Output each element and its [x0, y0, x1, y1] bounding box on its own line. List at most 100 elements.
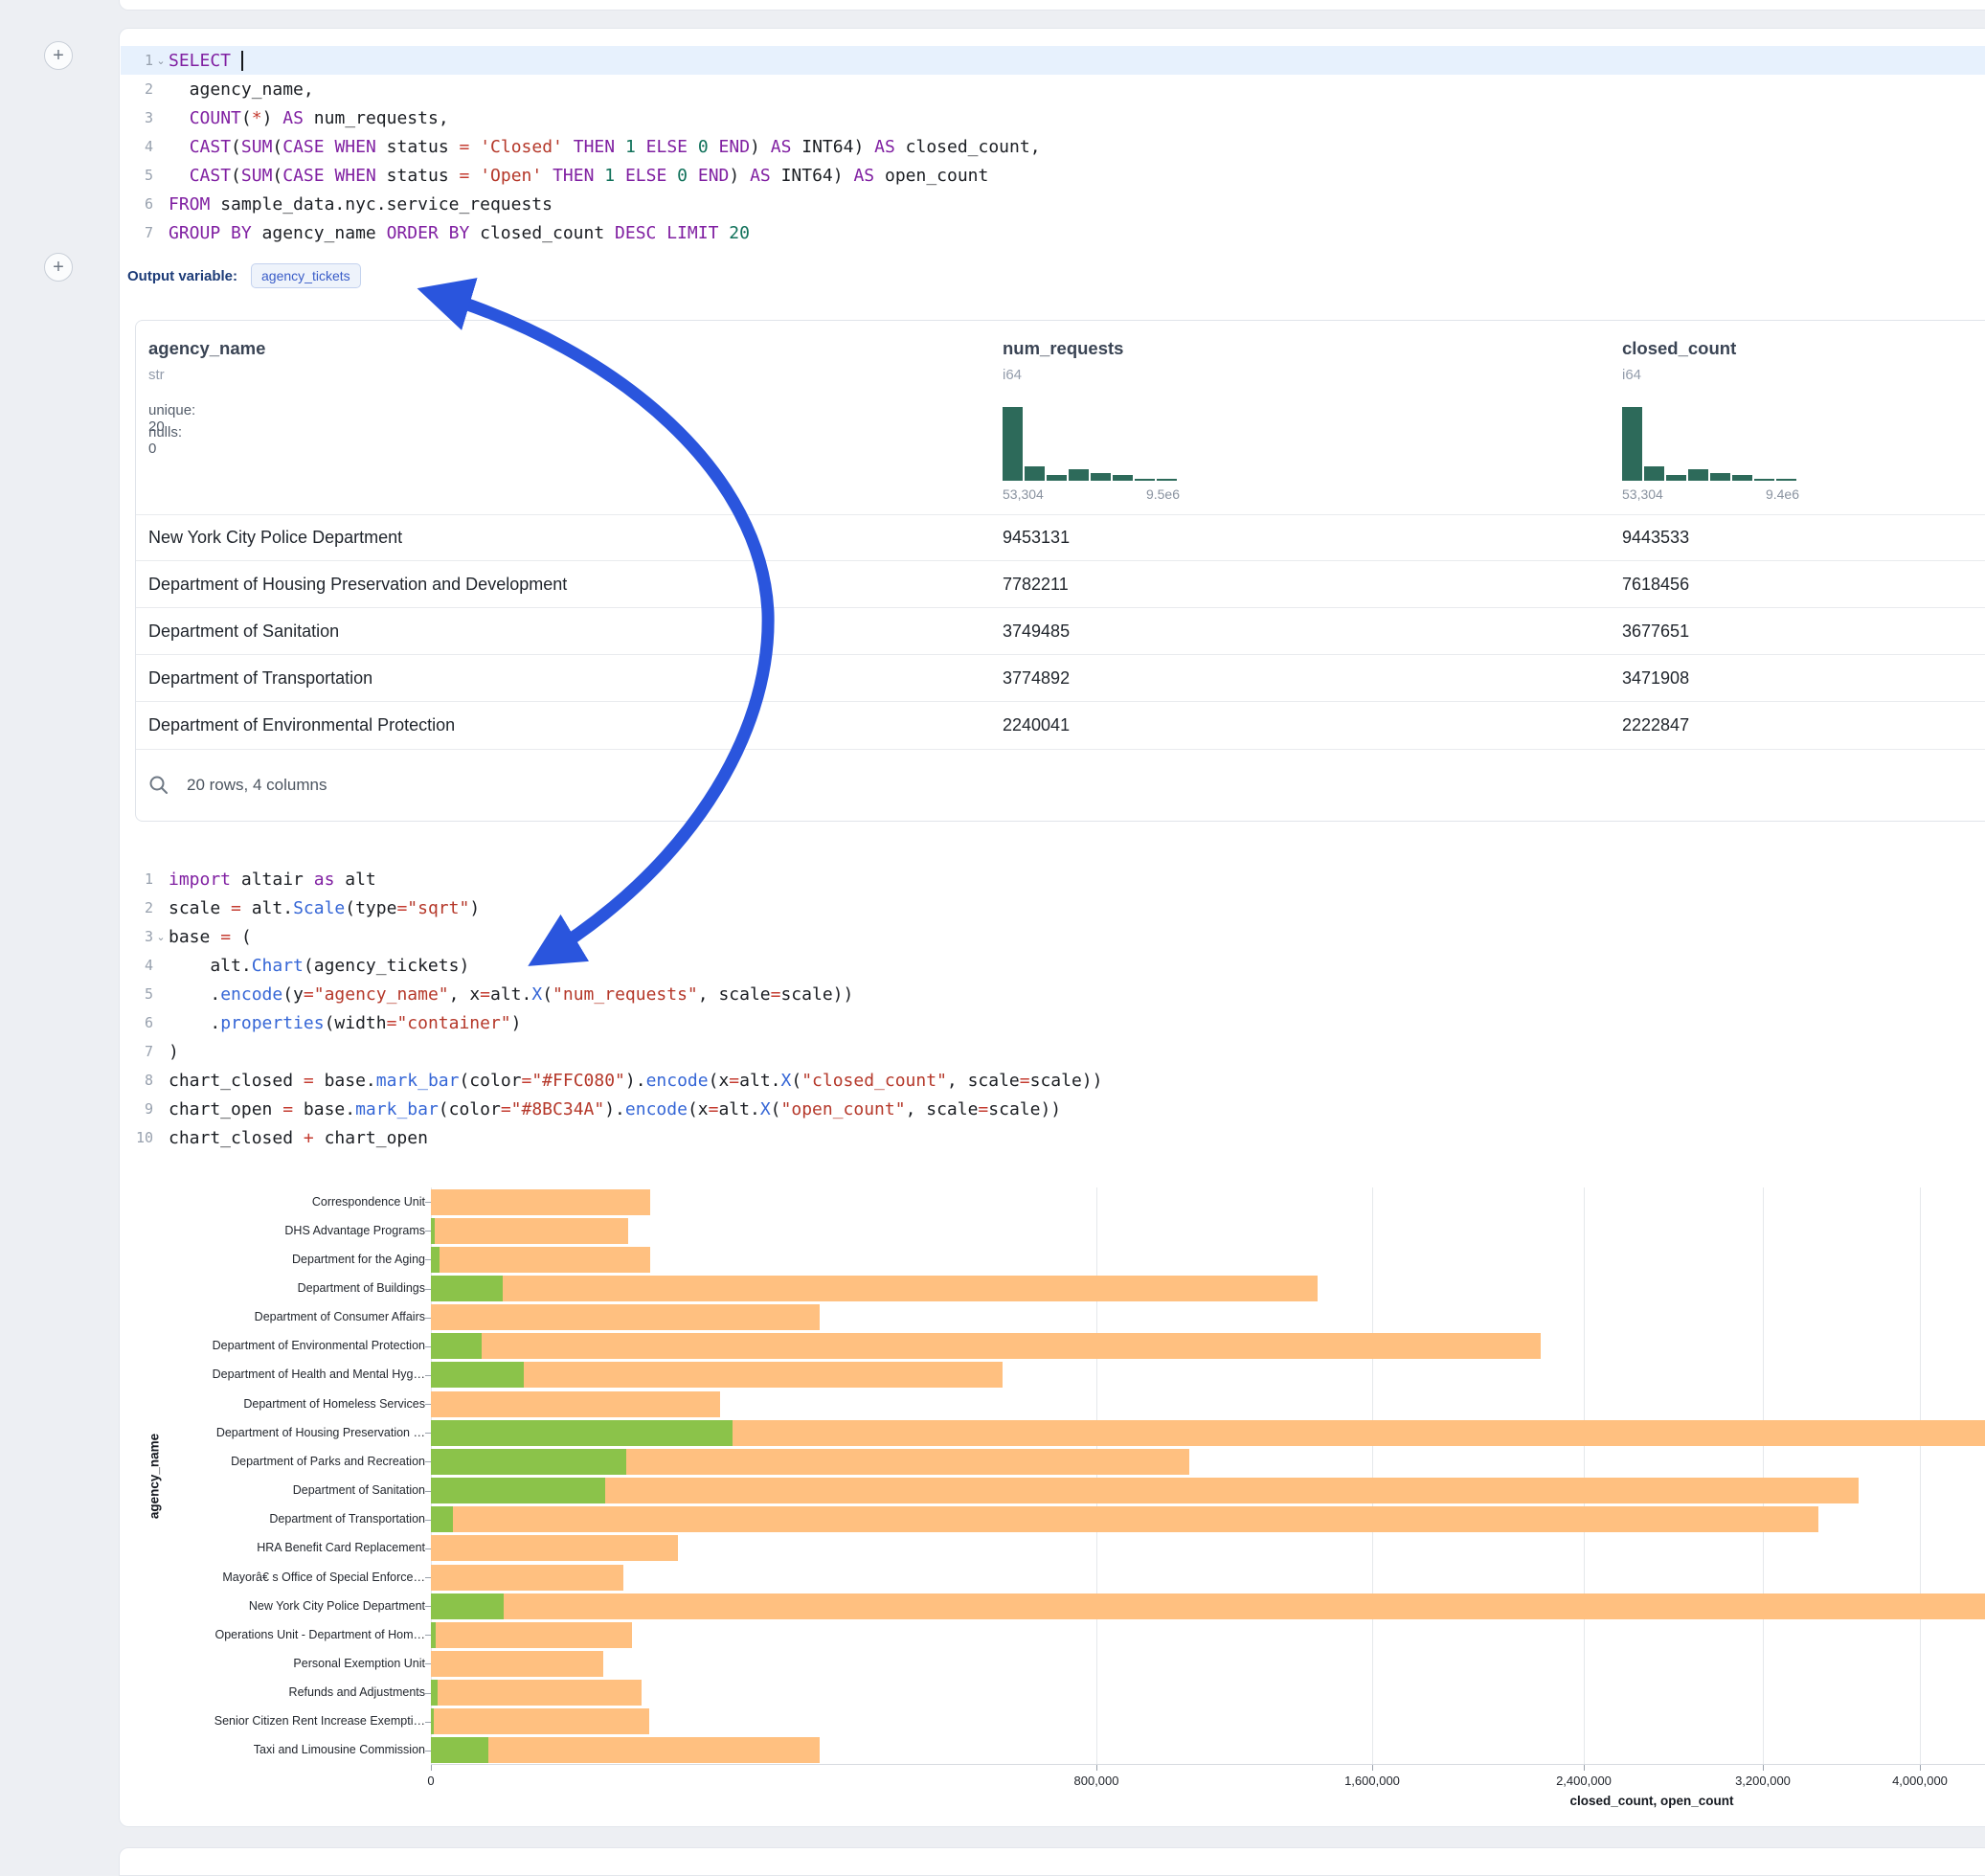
- column-stat-nulls: nulls: 0: [148, 424, 182, 457]
- code-line[interactable]: 5 CAST(SUM(CASE WHEN status = 'Open' THE…: [121, 161, 1985, 190]
- y-tick-label: Department of Buildings: [298, 1281, 425, 1296]
- code-token: (agency_tickets): [304, 956, 469, 976]
- x-axis-labels: 0800,0001,600,0002,400,0003,200,0004,000…: [431, 1774, 1985, 1791]
- hist-bar: [1047, 475, 1067, 481]
- code-line[interactable]: 3⌄base = (: [121, 922, 1985, 951]
- search-icon[interactable]: [148, 775, 169, 796]
- code-line[interactable]: 8chart_closed = base.mark_bar(color="#FF…: [121, 1066, 1985, 1095]
- code-text: .properties(width="container"): [169, 1013, 522, 1033]
- code-line[interactable]: 4 CAST(SUM(CASE WHEN status = 'Closed' T…: [121, 132, 1985, 161]
- code-token: X: [760, 1099, 771, 1119]
- line-number-gutter: 1⌄: [121, 52, 169, 69]
- fold-chevron-icon[interactable]: ⌄: [153, 55, 169, 67]
- line-number-gutter: 6: [121, 1014, 169, 1031]
- code-token: ELSE: [646, 137, 688, 157]
- code-token: agency_name,: [169, 79, 314, 100]
- code-token: .: [169, 984, 220, 1005]
- code-token: =: [1020, 1071, 1030, 1091]
- code-token: ORDER BY: [387, 223, 470, 243]
- code-token: scale)): [780, 984, 853, 1005]
- code-token: [615, 166, 625, 186]
- code-line[interactable]: 6FROM sample_data.nyc.service_requests: [121, 190, 1985, 218]
- grid-line: [1920, 1187, 1921, 1765]
- table-cell: 3774892: [1003, 655, 1070, 702]
- code-text: FROM sample_data.nyc.service_requests: [169, 194, 553, 215]
- line-number-gutter: 3⌄: [121, 928, 169, 945]
- code-line[interactable]: 10chart_closed + chart_open: [121, 1123, 1985, 1152]
- code-token: alt.: [718, 1099, 759, 1119]
- y-tick-label: Department for the Aging: [292, 1253, 425, 1267]
- line-number: 2: [145, 80, 153, 98]
- x-tick: [431, 1765, 432, 1771]
- output-variable-chip[interactable]: agency_tickets: [251, 263, 361, 288]
- code-line[interactable]: 5 .encode(y="agency_name", x=alt.X("num_…: [121, 980, 1985, 1008]
- x-tick: [1372, 1765, 1373, 1771]
- table-row[interactable]: Department of Housing Preservation and D…: [136, 561, 1985, 608]
- y-tick-label: Senior Citizen Rent Increase Exempti…: [214, 1714, 425, 1729]
- line-number-gutter: 7: [121, 1043, 169, 1060]
- code-line[interactable]: 1⌄SELECT: [121, 46, 1985, 75]
- grid-line: [1372, 1187, 1373, 1765]
- bar-closed: [431, 1218, 628, 1244]
- hist-bar: [1025, 466, 1045, 481]
- table-row[interactable]: Department of Environmental Protection22…: [136, 702, 1985, 749]
- bar-open: [431, 1593, 504, 1619]
- code-token: scale)): [1030, 1071, 1103, 1091]
- line-number-gutter: 10: [121, 1129, 169, 1146]
- code-token: , scale: [698, 984, 771, 1005]
- code-token: WHEN: [334, 137, 375, 157]
- add-cell-button[interactable]: +: [44, 41, 73, 70]
- table-row[interactable]: Department of Sanitation37494853677651: [136, 608, 1985, 655]
- add-cell-button-2[interactable]: +: [44, 253, 73, 282]
- code-line[interactable]: 4 alt.Chart(agency_tickets): [121, 951, 1985, 980]
- line-number-gutter: 2: [121, 80, 169, 98]
- table-cell: 3677651: [1622, 608, 1689, 655]
- code-token: ): [750, 137, 771, 157]
- code-token: "container": [396, 1013, 510, 1033]
- code-token: [231, 51, 241, 71]
- histogram-range-labels: 53,304 9.4e6: [1622, 486, 1799, 502]
- code-token: closed_count,: [895, 137, 1041, 157]
- x-tick-label: 800,000: [1039, 1774, 1154, 1788]
- code-text: chart_open = base.mark_bar(color="#8BC34…: [169, 1099, 1061, 1119]
- code-line[interactable]: 1import altair as alt: [121, 865, 1985, 893]
- code-token: =: [460, 166, 470, 186]
- code-token: =: [729, 1071, 739, 1091]
- bar-closed: [431, 1593, 1985, 1619]
- code-token: Scale: [293, 898, 345, 918]
- python-editor[interactable]: 1import altair as alt2scale = alt.Scale(…: [121, 865, 1985, 1152]
- grid-line: [1763, 1187, 1764, 1765]
- code-line[interactable]: 9chart_open = base.mark_bar(color="#8BC3…: [121, 1095, 1985, 1123]
- line-number: 4: [145, 138, 153, 155]
- line-number-gutter: 6: [121, 195, 169, 213]
- table-row[interactable]: Department of Transportation377489234719…: [136, 655, 1985, 702]
- line-number: 4: [145, 957, 153, 974]
- code-line[interactable]: 7): [121, 1037, 1985, 1066]
- code-line[interactable]: 6 .properties(width="container"): [121, 1008, 1985, 1037]
- bar-closed: [431, 1391, 720, 1417]
- code-token: [325, 166, 335, 186]
- code-line[interactable]: 2 agency_name,: [121, 75, 1985, 103]
- line-number: 5: [145, 985, 153, 1003]
- table-body: New York City Police Department945313194…: [136, 514, 1985, 749]
- fold-chevron-icon[interactable]: ⌄: [153, 931, 169, 943]
- sql-editor[interactable]: 1⌄SELECT 2 agency_name,3 COUNT(*) AS num…: [121, 46, 1985, 247]
- code-text: CAST(SUM(CASE WHEN status = 'Closed' THE…: [169, 137, 1041, 157]
- code-token: *: [252, 108, 262, 128]
- y-tick-label: Taxi and Limousine Commission: [254, 1743, 425, 1757]
- code-token: ): [469, 898, 480, 918]
- code-line[interactable]: 7GROUP BY agency_name ORDER BY closed_co…: [121, 218, 1985, 247]
- table-row[interactable]: New York City Police Department945313194…: [136, 514, 1985, 561]
- table-cell: 2240041: [1003, 702, 1070, 749]
- code-line[interactable]: 3 COUNT(*) AS num_requests,: [121, 103, 1985, 132]
- bar-open: [431, 1247, 440, 1273]
- code-token: (x: [709, 1071, 730, 1091]
- code-token: alt.: [739, 1071, 780, 1091]
- x-tick-label: 2,400,000: [1526, 1774, 1641, 1788]
- bar-open: [431, 1449, 626, 1475]
- y-tick-label: Operations Unit - Department of Hom…: [214, 1628, 425, 1642]
- code-token: [542, 166, 553, 186]
- code-token: "sqrt": [407, 898, 469, 918]
- code-token: [469, 166, 480, 186]
- code-line[interactable]: 2scale = alt.Scale(type="sqrt"): [121, 893, 1985, 922]
